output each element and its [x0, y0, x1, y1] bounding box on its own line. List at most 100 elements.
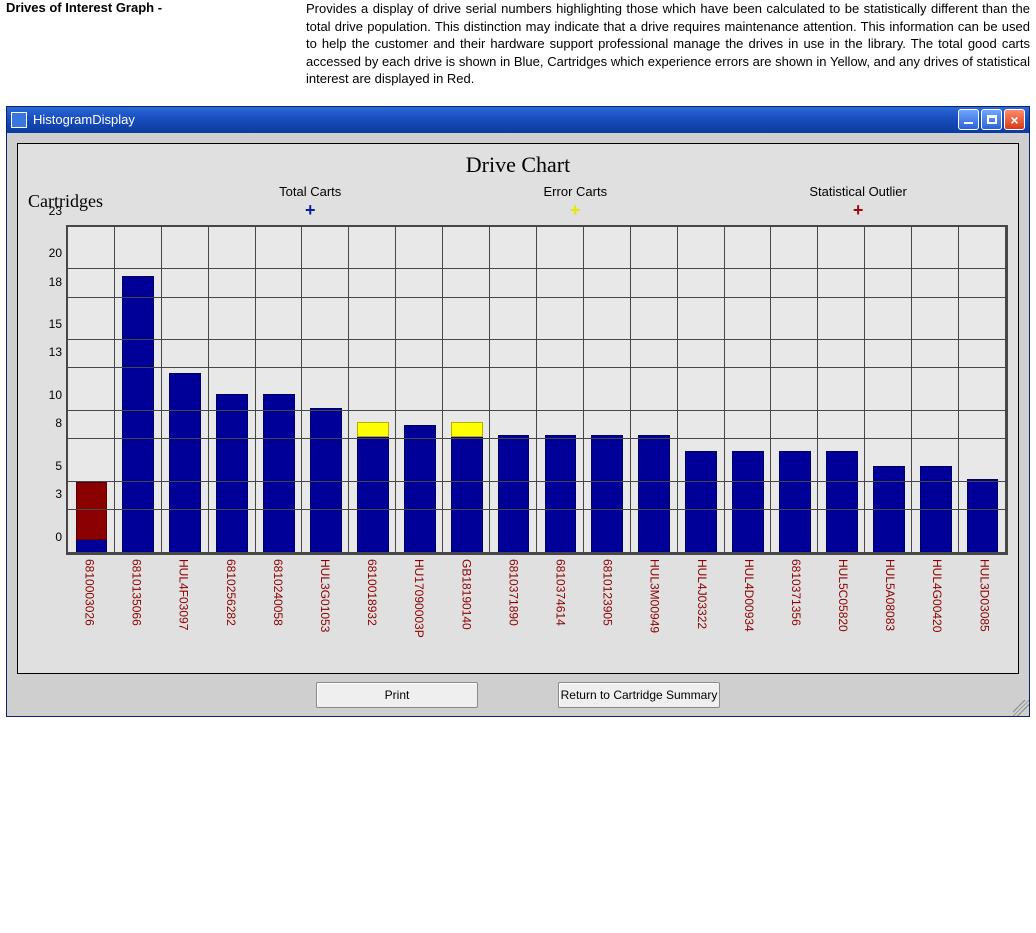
legend-marker-icon: + — [570, 201, 581, 219]
gridline — [68, 509, 1006, 510]
window-title: HistogramDisplay — [33, 112, 956, 127]
bar — [498, 435, 530, 553]
gridline — [68, 410, 1006, 411]
minimize-button[interactable] — [958, 109, 979, 130]
bars-layer — [68, 227, 1006, 553]
close-icon: × — [1010, 113, 1018, 127]
x-axis: 68100030266810135066 HUL4F03097 6810256282… — [18, 555, 1018, 669]
bar-seg-total — [404, 425, 436, 553]
x-tick-slot: 6810003026 — [66, 555, 113, 669]
bar — [685, 451, 717, 553]
x-tick-label: HUL5A08083 — [883, 555, 897, 669]
x-tick-label: GB18190140 — [459, 555, 473, 669]
intro-text: Provides a display of drive serial numbe… — [306, 0, 1030, 88]
y-tick-label: 5 — [55, 459, 62, 473]
x-tick-slot: HUL5A08083 — [867, 555, 914, 669]
gridline — [68, 268, 1006, 269]
bar — [545, 435, 577, 553]
bar-slot — [678, 227, 725, 553]
bar — [216, 394, 248, 553]
x-tick-slot: 6810135066 — [113, 555, 160, 669]
intro-block: Drives of Interest Graph - Provides a di… — [0, 0, 1036, 106]
bar-slot — [443, 227, 490, 553]
bar-seg-total — [826, 451, 858, 553]
button-row: Print Return to Cartridge Summary — [17, 674, 1019, 708]
x-tick-slot: 6810256282 — [207, 555, 254, 669]
chart-box: Drive Chart Cartridges Total Carts+Error… — [17, 143, 1019, 674]
plot-row: 0358101315182023 — [18, 225, 1018, 555]
bar-slot — [818, 227, 865, 553]
legend-marker-icon: + — [853, 201, 864, 219]
bar — [826, 451, 858, 553]
gridline — [68, 481, 1006, 482]
bar-slot — [725, 227, 772, 553]
client-area: Drive Chart Cartridges Total Carts+Error… — [7, 133, 1029, 716]
x-tick-label: 6810371356 — [789, 555, 803, 669]
bar-seg-total — [638, 435, 670, 553]
bar — [451, 422, 483, 552]
x-tick-label: 6810240058 — [271, 555, 285, 669]
bar-slot — [912, 227, 959, 553]
gridline — [68, 552, 1006, 553]
bar-slot — [303, 227, 350, 553]
legend-items: Total Carts+Error Carts+Statistical Outl… — [178, 184, 1008, 219]
y-tick-label: 10 — [49, 388, 62, 402]
legend-row: Cartridges Total Carts+Error Carts+Stati… — [18, 184, 1018, 225]
x-tick-slot: 6810371356 — [772, 555, 819, 669]
bar — [967, 479, 999, 553]
bar-seg-total — [545, 435, 577, 553]
bar-seg-total — [779, 451, 811, 553]
gridline — [1005, 227, 1006, 553]
x-tick-slot: 6810240058 — [254, 555, 301, 669]
y-tick-label: 8 — [55, 416, 62, 430]
y-tick-label: 13 — [49, 345, 62, 359]
x-tick-label: HUL4J03322 — [695, 555, 709, 669]
x-tick-slot: HUL4F03097 — [160, 555, 207, 669]
bar-seg-error — [357, 422, 389, 436]
print-button[interactable]: Print — [316, 682, 478, 708]
minimize-icon — [964, 122, 973, 124]
gridline — [68, 438, 1006, 439]
bar — [122, 276, 154, 552]
y-tick-label: 18 — [49, 275, 62, 289]
bar-seg-total — [451, 422, 483, 552]
maximize-button[interactable] — [981, 109, 1002, 130]
bar-slot — [68, 227, 115, 553]
x-tick-slot: GB18190140 — [443, 555, 490, 669]
titlebar[interactable]: HistogramDisplay × — [7, 107, 1029, 133]
x-tick-slot: HUL5C05820 — [820, 555, 867, 669]
bar-seg-total — [498, 435, 530, 553]
close-button[interactable]: × — [1004, 109, 1025, 130]
bar-slot — [256, 227, 303, 553]
x-tick-label: HUL3D03085 — [977, 555, 991, 669]
bar — [169, 373, 201, 553]
x-tick-label: HUL3M00949 — [648, 555, 662, 669]
bar-slot — [772, 227, 819, 553]
bar-seg-total — [591, 435, 623, 553]
bar — [263, 394, 295, 553]
bar — [732, 451, 764, 553]
x-tick-label: 6810371890 — [506, 555, 520, 669]
x-tick-slot: HU17090003P — [396, 555, 443, 669]
legend-item: Statistical Outlier+ — [809, 184, 907, 219]
bar — [591, 435, 623, 553]
legend-label: Total Carts — [279, 184, 341, 199]
window: HistogramDisplay × Drive Chart Cartridge… — [6, 106, 1030, 717]
x-tick-slot: HUL3D03085 — [961, 555, 1008, 669]
y-tick-label: 3 — [55, 487, 62, 501]
bar-seg-outlier — [76, 482, 108, 540]
bar-slot — [115, 227, 162, 553]
bar-slot — [537, 227, 584, 553]
x-tick-label: HUL4F03097 — [177, 555, 191, 669]
bar-seg-error — [451, 422, 483, 436]
bar-seg-total — [357, 422, 389, 552]
resize-grip-icon[interactable] — [1013, 700, 1029, 716]
bar — [404, 425, 436, 553]
bar — [779, 451, 811, 553]
x-tick-slot: HUL4D00934 — [725, 555, 772, 669]
legend-item: Error Carts+ — [544, 184, 608, 219]
x-tick-label: 6810018932 — [365, 555, 379, 669]
return-button[interactable]: Return to Cartridge Summary — [558, 682, 720, 708]
maximize-icon — [987, 115, 997, 124]
bar-slot — [865, 227, 912, 553]
